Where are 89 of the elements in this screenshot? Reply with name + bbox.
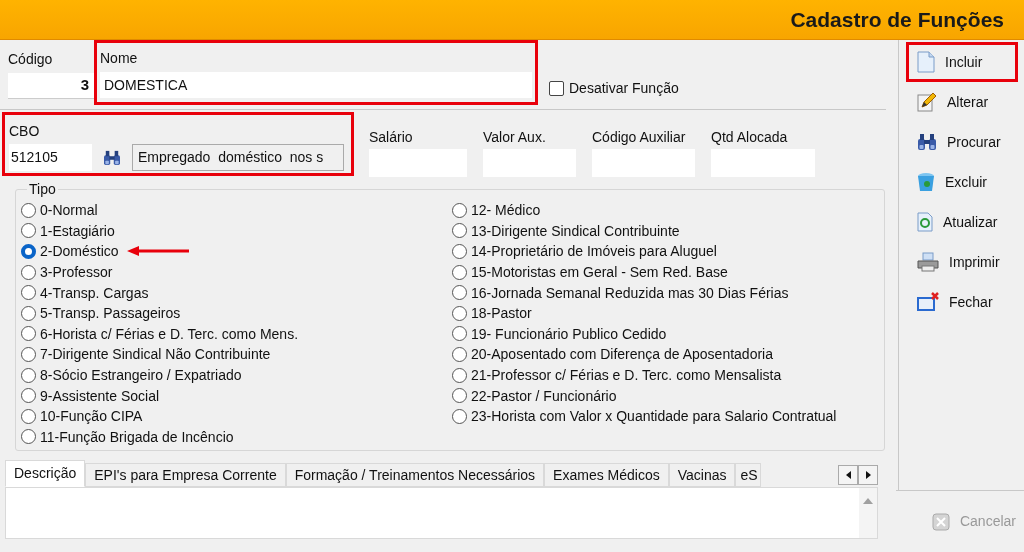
radio-button[interactable] — [452, 223, 467, 239]
radio-label: 8-Sócio Estrangeiro / Expatriado — [40, 368, 242, 383]
radio-label: 14-Proprietário de Imóveis para Aluguel — [471, 244, 717, 259]
printer-icon — [917, 252, 939, 272]
name-field[interactable]: DOMESTICA — [100, 72, 532, 98]
field-label: Qtd Alocada — [711, 128, 789, 147]
radio-label: 18-Pastor — [471, 306, 532, 321]
radio-label: 0-Normal — [40, 203, 98, 218]
tab[interactable]: Vacinas — [668, 463, 736, 487]
field-label: Nome — [100, 49, 139, 68]
radio-button[interactable] — [21, 326, 36, 342]
radio-label: 2-Doméstico — [40, 244, 119, 259]
radio-label: 11-Função Brigada de Incêncio — [40, 429, 234, 444]
radio-label: 6-Horista c/ Férias e D. Terc. como Mens. — [40, 326, 299, 341]
binoculars-icon — [103, 149, 121, 166]
code-field[interactable]: 3 — [8, 73, 95, 99]
recycle-bin-icon — [917, 172, 935, 192]
radio-label: 12- Médico — [471, 203, 541, 218]
tab[interactable]: Formação / Treinamentos Necessários — [285, 463, 545, 487]
radio-label: 1-Estagiário — [40, 223, 115, 238]
radio-label: 19- Funcionário Publico Cedido — [471, 326, 667, 341]
radio-label: 7-Dirigente Sindical Não Contribuinte — [40, 347, 271, 362]
up-arrow-icon — [863, 498, 873, 504]
cbo-field[interactable]: 512105 — [9, 144, 92, 171]
toolbar-button[interactable]: Fechar — [909, 285, 1015, 319]
tab[interactable]: EPI's para Empresa Corrente — [85, 463, 286, 487]
field-label: Código Auxiliar — [592, 128, 687, 147]
scrollbar[interactable] — [859, 488, 877, 538]
field-label: Valor Aux. — [483, 128, 547, 147]
radio-button[interactable] — [21, 429, 36, 445]
toolbar-button[interactable]: Excluir — [909, 165, 1015, 199]
radio-label: 16-Jornada Semanal Reduzida mas 30 Dias Férias — [471, 285, 789, 300]
radio-button[interactable] — [452, 408, 467, 424]
toolbar-button[interactable]: Imprimir — [909, 245, 1015, 279]
radio-label: 15-Motoristas em Geral - Sem Red. Base — [471, 265, 728, 280]
radio-label: 20-Aposentado com Diferença de Aposentadoria — [471, 347, 773, 362]
scroll-left-button[interactable] — [838, 465, 858, 485]
tab[interactable]: Exames Médicos — [544, 463, 669, 487]
field-label: Salário — [369, 128, 414, 147]
radio-button[interactable] — [21, 367, 36, 383]
radio-label: 23-Horista com Valor x Quantidade para Salario Contratual — [471, 409, 837, 424]
field-label: Código — [8, 50, 54, 69]
left-arrow-icon — [845, 471, 851, 479]
radio-button[interactable] — [452, 346, 467, 362]
toolbar-button[interactable]: Alterar — [909, 85, 1015, 119]
right-arrow-icon — [865, 471, 871, 479]
pencil-icon — [917, 92, 937, 112]
radio-button[interactable] — [452, 244, 467, 259]
radio-label: 5-Transp. Passageiros — [40, 306, 181, 321]
toolbar-button[interactable]: Procurar — [909, 125, 1015, 159]
radio-button[interactable] — [21, 388, 36, 404]
radio-button[interactable] — [452, 264, 467, 280]
radio-button[interactable] — [21, 285, 36, 301]
window-title: Cadastro de Funções — [790, 6, 1004, 33]
radio-label: 10-Função CIPA — [40, 409, 143, 424]
radio-button[interactable] — [21, 202, 36, 218]
close-window-icon — [917, 292, 939, 312]
checkbox[interactable] — [549, 81, 564, 96]
group-label: Tipo — [28, 180, 57, 199]
radio-label: 21-Professor c/ Férias e D. Terc. como Mensalista — [471, 368, 782, 383]
checkbox-label: Desativar Função — [569, 79, 679, 98]
scroll-right-button[interactable] — [858, 465, 878, 485]
radio-button[interactable] — [452, 285, 467, 301]
radio-button[interactable] — [21, 264, 36, 280]
radio-button[interactable] — [452, 326, 467, 342]
radio-button[interactable] — [21, 223, 36, 239]
radio-button[interactable] — [21, 408, 36, 424]
radio-button[interactable] — [452, 202, 467, 218]
tab[interactable]: Descrição — [5, 460, 86, 487]
document-icon — [917, 51, 935, 73]
radio-label: 4-Transp. Cargas — [40, 285, 149, 300]
radio-label: 3-Professor — [40, 265, 113, 280]
tab[interactable]: eS — [735, 463, 762, 487]
radio-label: 22-Pastor / Funcionário — [471, 388, 617, 403]
toolbar-button[interactable]: Incluir — [909, 45, 1015, 79]
toolbar-button[interactable]: Atualizar — [909, 205, 1015, 239]
field-label: CBO — [9, 122, 41, 141]
binoculars-icon — [917, 133, 937, 151]
refresh-document-icon — [917, 212, 933, 232]
cbo-description-field: Empregado doméstico nos s — [132, 144, 344, 171]
radio-button[interactable] — [21, 244, 36, 259]
radio-label: 9-Assistente Social — [40, 388, 160, 403]
radio-button[interactable] — [452, 305, 467, 321]
radio-button[interactable] — [21, 305, 36, 321]
radio-button[interactable] — [452, 367, 467, 383]
radio-button[interactable] — [21, 346, 36, 362]
radio-label: 13-Dirigente Sindical Contribuinte — [471, 223, 680, 238]
cancel-icon — [931, 512, 950, 531]
radio-button[interactable] — [452, 388, 467, 404]
